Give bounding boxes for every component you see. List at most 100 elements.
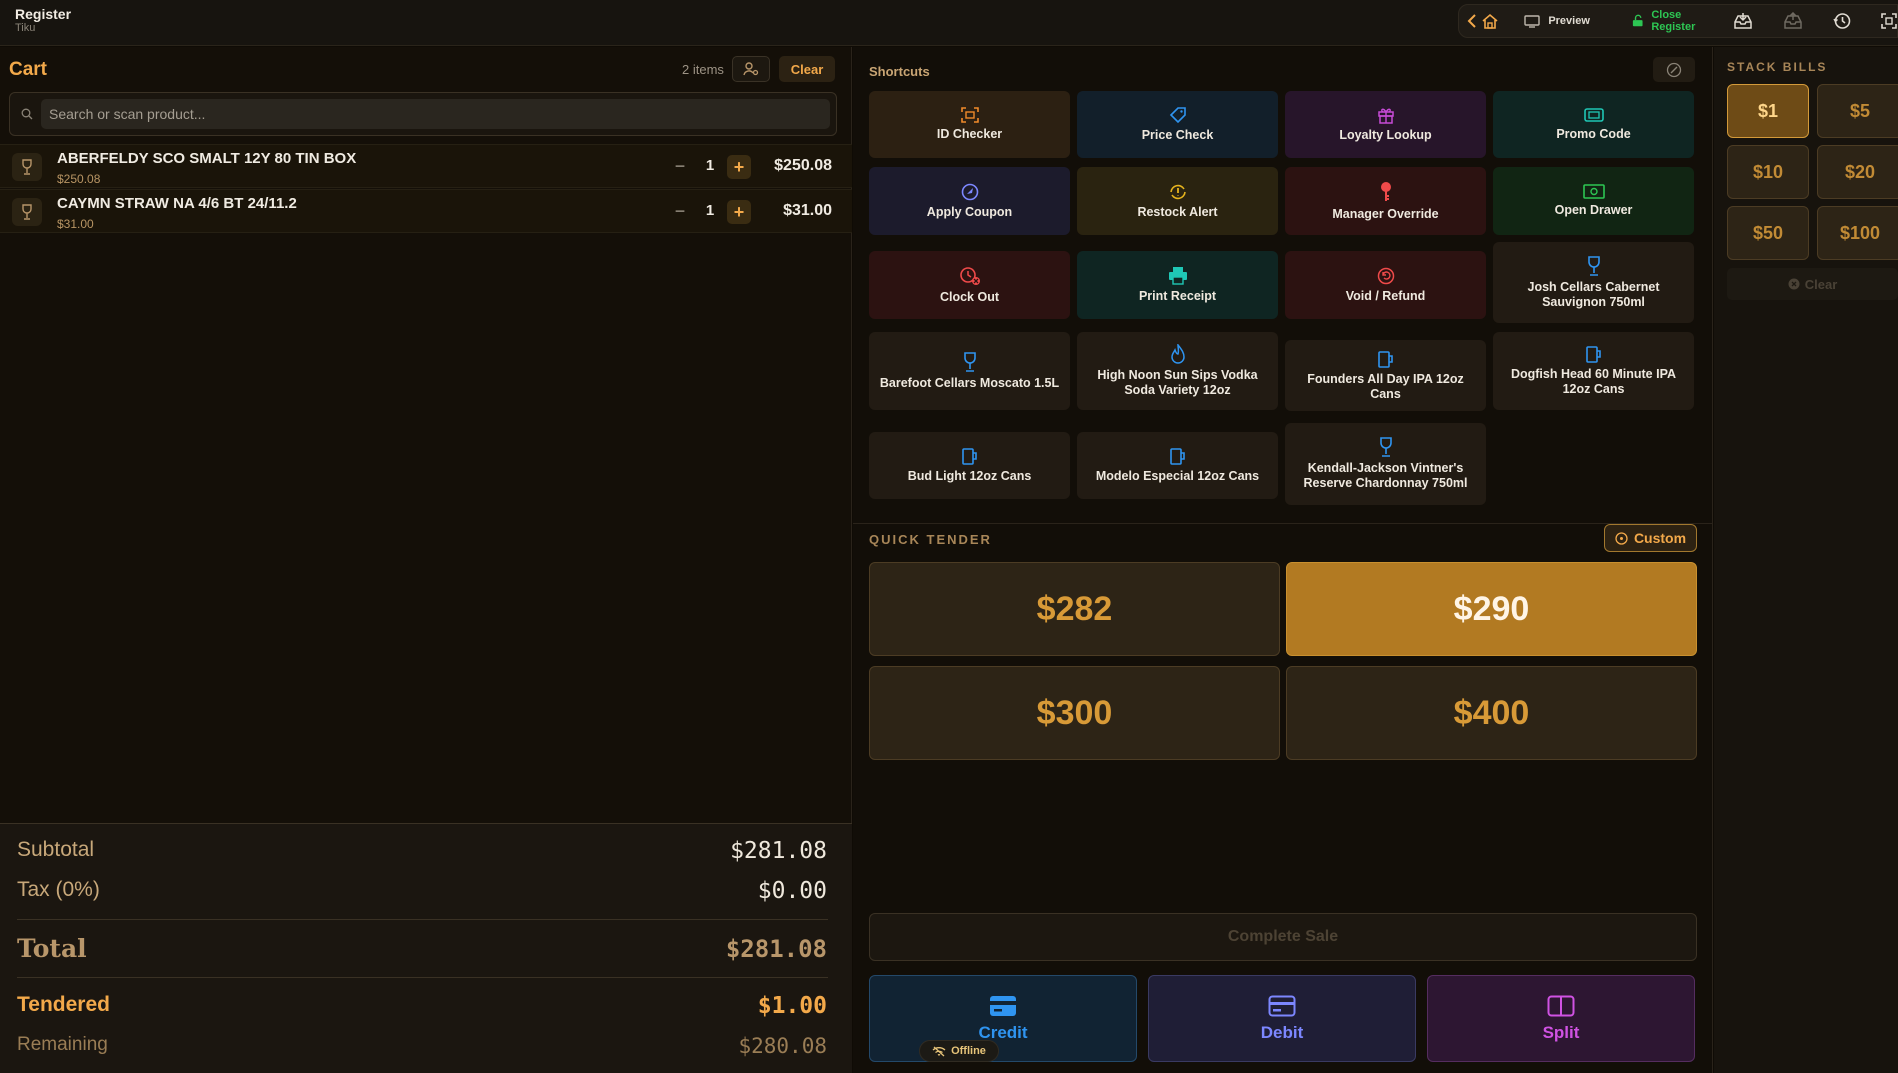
fullscreen-icon[interactable]	[1881, 4, 1897, 38]
coupon-icon	[961, 183, 978, 200]
wifi-off-icon	[932, 1046, 946, 1056]
tender-300-button[interactable]: $300	[869, 666, 1280, 760]
search-input[interactable]	[41, 99, 830, 129]
total-label: Total	[17, 934, 87, 963]
divider	[853, 523, 1712, 524]
line-total: $31.00	[783, 202, 832, 219]
cash-drawer-in-icon[interactable]	[1733, 4, 1753, 38]
qty-minus-button[interactable]: −	[669, 200, 691, 222]
shortcuts-title: Shortcuts	[869, 64, 930, 79]
cart-line[interactable]: ABERFELDY SCO SMALT 12Y 80 TIN BOX $250.…	[0, 144, 852, 188]
tile-label: Modelo Especial 12oz Cans	[1095, 469, 1260, 483]
shortcut-restock-alert[interactable]: Restock Alert	[1077, 167, 1278, 235]
shortcut-dogfish-head[interactable]: Dogfish Head 60 Minute IPA 12oz Cans	[1493, 332, 1694, 410]
shortcut-void-refund[interactable]: Void / Refund	[1285, 251, 1486, 319]
offline-label: Offline	[951, 1045, 986, 1057]
monitor-icon	[1524, 14, 1541, 28]
split-button[interactable]: Split	[1427, 975, 1695, 1062]
tendered-value: $1.00	[757, 993, 827, 1019]
wine-glass-icon	[1587, 255, 1600, 276]
bill-100-button[interactable]: $100	[1817, 206, 1898, 260]
tile-label: Josh Cellars Cabernet Sauvignon 750ml	[1527, 279, 1660, 309]
shortcut-manager-override[interactable]: Manager Override	[1285, 167, 1486, 235]
complete-sale-button[interactable]: Complete Sale	[869, 913, 1697, 961]
home-icon[interactable]	[1481, 4, 1504, 38]
split-icon	[1547, 995, 1575, 1016]
shortcut-price-check[interactable]: Price Check	[1077, 91, 1278, 158]
tendered-label: Tendered	[17, 993, 110, 1016]
tile-label: Promo Code	[1556, 127, 1631, 141]
credit-button[interactable]: Credit	[869, 975, 1137, 1062]
customer-button[interactable]	[732, 56, 770, 82]
cash-icon	[1582, 184, 1605, 199]
clear-cart-button[interactable]: Clear	[779, 56, 835, 82]
edit-shortcuts-button[interactable]	[1653, 57, 1695, 82]
cart-line[interactable]: CAYMN STRAW NA 4/6 BT 24/11.2 $31.00 − 1…	[0, 189, 852, 233]
subtotal-value: $281.08	[730, 838, 827, 864]
shortcut-bud-light[interactable]: Bud Light 12oz Cans	[869, 432, 1070, 499]
shortcut-open-drawer[interactable]: Open Drawer	[1493, 167, 1694, 235]
cash-drawer-out-icon[interactable]	[1783, 4, 1803, 38]
qty-plus-button[interactable]: +	[727, 200, 751, 224]
offline-badge: Offline	[919, 1040, 999, 1062]
close-register-button[interactable]: Close Register	[1632, 4, 1719, 38]
shortcut-id-checker[interactable]: ID Checker	[869, 91, 1070, 158]
remaining-label: Remaining	[17, 1034, 108, 1055]
top-nav: Preview Close Register	[1458, 4, 1898, 38]
shortcut-josh-cellars[interactable]: Josh Cellars Cabernet Sauvignon 750ml	[1493, 242, 1694, 323]
history-icon[interactable]	[1833, 4, 1851, 38]
shortcut-modelo-especial[interactable]: Modelo Especial 12oz Cans	[1077, 432, 1278, 499]
shortcut-apply-coupon[interactable]: Apply Coupon	[869, 167, 1070, 235]
shortcuts-panel: Shortcuts ID Checker Price Check Loyalty…	[853, 47, 1713, 1073]
shortcut-clock-out[interactable]: Clock Out	[869, 251, 1070, 319]
bill-20-button[interactable]: $20	[1817, 145, 1898, 199]
divider	[17, 977, 828, 978]
tile-label: Apply Coupon	[926, 204, 1013, 219]
shortcut-print-receipt[interactable]: Print Receipt	[1077, 251, 1278, 319]
tender-282-button[interactable]: $282	[869, 562, 1280, 656]
restock-icon	[1169, 184, 1186, 199]
shortcut-barefoot-moscato[interactable]: Barefoot Cellars Moscato 1.5L	[869, 332, 1070, 410]
quick-tender-title: QUICK TENDER	[869, 532, 992, 547]
tender-400-button[interactable]: $400	[1286, 666, 1697, 760]
shortcut-founders-all-day[interactable]: Founders All Day IPA 12oz Cans	[1285, 340, 1486, 411]
key-icon	[1380, 181, 1391, 201]
totals-panel	[0, 823, 852, 1073]
custom-label: Custom	[1633, 530, 1687, 546]
shortcut-high-noon[interactable]: High Noon Sun Sips Vodka Soda Variety 12…	[1077, 332, 1278, 410]
wine-glass-icon	[12, 153, 42, 181]
custom-tender-button[interactable]: Custom	[1604, 524, 1697, 552]
stack-bills-clear-button[interactable]: Clear	[1727, 268, 1898, 300]
credit-card-icon	[990, 995, 1016, 1016]
remaining-value: $280.08	[738, 1034, 827, 1058]
qty-minus-button[interactable]: −	[669, 155, 691, 177]
printer-icon	[1168, 267, 1187, 285]
back-chevron-icon[interactable]	[1467, 4, 1481, 38]
beer-mug-icon	[1377, 350, 1393, 368]
debit-button[interactable]: Debit	[1148, 975, 1416, 1062]
line-unit-price: $250.08	[57, 172, 101, 186]
qty-plus-button[interactable]: +	[727, 155, 751, 179]
shortcut-promo-code[interactable]: Promo Code	[1493, 91, 1694, 158]
tile-label: High Noon Sun Sips Vodka Soda Variety 12…	[1097, 368, 1258, 397]
product-search	[9, 92, 837, 136]
divider	[17, 919, 828, 920]
user-settings-icon	[743, 62, 759, 76]
shortcut-loyalty-lookup[interactable]: Loyalty Lookup	[1285, 91, 1486, 158]
line-unit-price: $31.00	[57, 217, 94, 231]
bill-1-button[interactable]: $1	[1727, 84, 1809, 138]
bill-5-button[interactable]: $5	[1817, 84, 1898, 138]
qty-value: 1	[705, 157, 715, 174]
tile-label: ID Checker	[936, 127, 1003, 141]
preview-button[interactable]: Preview	[1524, 4, 1590, 38]
shortcut-kendall-jackson[interactable]: Kendall-Jackson Vintner's Reserve Chardo…	[1285, 423, 1486, 505]
stack-bills-panel: STACK BILLS $1 $5 $10 $20 $50 $100 Clear	[1714, 47, 1898, 1073]
bill-10-button[interactable]: $10	[1727, 145, 1809, 199]
tile-label: Dogfish Head 60 Minute IPA 12oz Cans	[1510, 367, 1677, 396]
beer-mug-icon	[961, 448, 977, 465]
stack-bills-clear-label: Clear	[1804, 276, 1838, 292]
bill-50-button[interactable]: $50	[1727, 206, 1809, 260]
id-scan-icon	[960, 107, 979, 123]
subtotal-label: Subtotal	[17, 838, 95, 861]
tender-290-button[interactable]: $290	[1286, 562, 1697, 656]
